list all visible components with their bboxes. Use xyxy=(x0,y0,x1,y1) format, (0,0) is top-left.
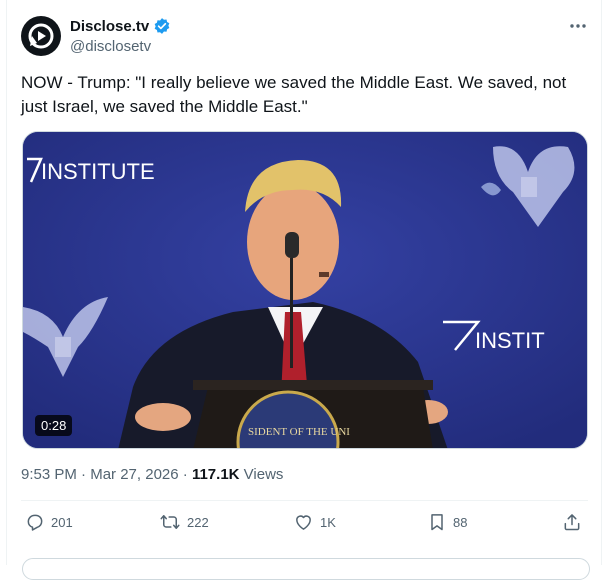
like-count: 1K xyxy=(320,514,336,530)
video-duration-badge: 0:28 xyxy=(35,415,73,436)
reply-count: 201 xyxy=(51,514,73,530)
video-player[interactable]: INSTITUTE INSTIT SIDENT OF THE UNI xyxy=(22,131,588,449)
svg-text:INSTITUTE: INSTITUTE xyxy=(41,159,155,184)
account-handle[interactable]: @disclosetv xyxy=(70,38,151,55)
tweet-time[interactable]: 9:53 PM xyxy=(21,466,77,483)
verified-badge-icon xyxy=(154,18,170,34)
video-frame: INSTITUTE INSTIT SIDENT OF THE UNI xyxy=(23,132,587,448)
svg-text:SIDENT OF THE UNI: SIDENT OF THE UNI xyxy=(248,426,350,438)
bookmark-button[interactable]: 88 xyxy=(427,512,467,532)
tweet-text: NOW - Trump: "I really believe we saved … xyxy=(21,73,567,116)
reply-box-edge[interactable] xyxy=(22,558,590,580)
share-icon xyxy=(564,514,580,531)
repost-count: 222 xyxy=(187,514,209,530)
disclose-logo-icon xyxy=(28,23,54,49)
avatar[interactable] xyxy=(21,16,61,56)
tweet-meta: 9:53 PM · Mar 27, 2026 · 117.1K Views xyxy=(21,466,283,483)
reply-icon xyxy=(27,514,43,531)
bookmark-icon xyxy=(431,514,443,531)
account-name-row[interactable]: Disclose.tv xyxy=(70,17,171,35)
divider xyxy=(21,500,588,501)
action-bar: 201 222 1K 88 xyxy=(21,512,588,542)
meta-separator: · xyxy=(182,466,188,483)
repost-button[interactable]: 222 xyxy=(159,512,209,532)
heart-icon xyxy=(296,515,311,530)
account-name[interactable]: Disclose.tv xyxy=(70,18,149,35)
podium: SIDENT OF THE UNI xyxy=(193,380,433,448)
share-button[interactable] xyxy=(562,512,582,532)
repost-icon xyxy=(160,515,180,529)
more-options-button[interactable] xyxy=(566,16,590,36)
like-button[interactable]: 1K xyxy=(293,512,336,532)
more-dots-icon xyxy=(570,24,586,28)
bookmark-count: 88 xyxy=(453,514,468,530)
tweet-date[interactable]: Mar 27, 2026 xyxy=(90,466,178,483)
meta-separator: · xyxy=(81,466,87,483)
views-label: Views xyxy=(243,466,284,483)
svg-text:INSTIT: INSTIT xyxy=(475,328,545,353)
views-count: 117.1K xyxy=(191,466,240,483)
institute-sign-left: INSTITUTE xyxy=(27,157,155,184)
reply-button[interactable]: 201 xyxy=(25,512,73,532)
